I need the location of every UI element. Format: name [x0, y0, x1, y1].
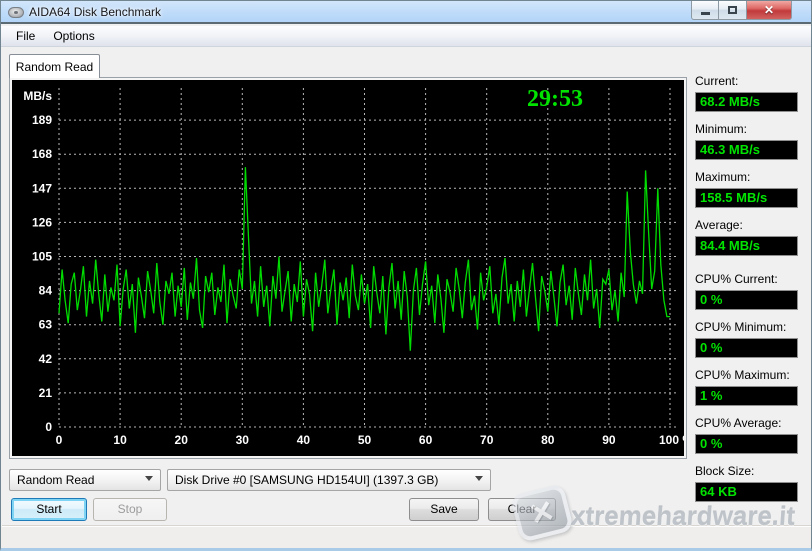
- disk-drive-icon: [8, 7, 24, 18]
- stat-value: 46.3 MB/s: [695, 140, 798, 160]
- disk-drive-select[interactable]: Disk Drive #0 [SAMSUNG HD154UI] (1397.3 …: [167, 469, 491, 491]
- svg-text:21: 21: [39, 386, 53, 400]
- stat-value: 1 %: [695, 386, 798, 406]
- svg-text:80: 80: [541, 433, 555, 447]
- svg-text:60: 60: [419, 433, 433, 447]
- svg-text:63: 63: [39, 318, 53, 332]
- stat-block-size: Block Size: 64 KB: [695, 464, 798, 502]
- start-button[interactable]: Start: [11, 498, 87, 521]
- svg-text:40: 40: [297, 433, 311, 447]
- benchmark-type-value: Random Read: [17, 473, 94, 487]
- stat-value: 0 %: [695, 434, 798, 454]
- svg-text:10: 10: [113, 433, 127, 447]
- svg-text:168: 168: [32, 147, 52, 161]
- maximize-icon: [728, 6, 737, 14]
- status-strip: [1, 527, 812, 549]
- svg-text:30: 30: [236, 433, 250, 447]
- stat-label: Average:: [695, 218, 798, 234]
- close-button[interactable]: ✕: [747, 1, 792, 20]
- stat-label: CPU% Current:: [695, 272, 798, 288]
- stat-label: Current:: [695, 74, 798, 90]
- svg-text:84: 84: [39, 284, 53, 298]
- stop-button[interactable]: Stop: [93, 498, 167, 521]
- stat-value: 84.4 MB/s: [695, 236, 798, 256]
- stat-label: Block Size:: [695, 464, 798, 480]
- stat-minimum: Minimum: 46.3 MB/s: [695, 122, 798, 160]
- svg-text:105: 105: [32, 250, 52, 264]
- window-title: AIDA64 Disk Benchmark: [29, 5, 161, 19]
- benchmark-type-select[interactable]: Random Read: [9, 469, 161, 491]
- svg-text:70: 70: [480, 433, 494, 447]
- svg-text:0: 0: [56, 433, 63, 447]
- benchmark-chart: 189 168 147 126 105 84 63 42 21 0 MB/s 0 10 20 30 40 50 6…: [12, 80, 684, 456]
- clear-button[interactable]: Clear: [488, 498, 556, 521]
- stat-cpu-average: CPU% Average: 0 %: [695, 416, 798, 454]
- stat-value: 158.5 MB/s: [695, 188, 798, 208]
- tab-random-read[interactable]: Random Read: [9, 54, 100, 78]
- stat-value: 0 %: [695, 290, 798, 310]
- svg-text:147: 147: [32, 181, 52, 195]
- svg-text:126: 126: [32, 215, 52, 229]
- elapsed-time: 29:53: [500, 86, 610, 113]
- svg-text:0: 0: [45, 420, 52, 434]
- window-controls: ✕: [691, 1, 792, 20]
- stat-maximum: Maximum: 158.5 MB/s: [695, 170, 798, 208]
- stat-value: 64 KB: [695, 482, 798, 502]
- stat-value: 68.2 MB/s: [695, 92, 798, 112]
- stat-cpu-current: CPU% Current: 0 %: [695, 272, 798, 310]
- svg-text:20: 20: [175, 433, 189, 447]
- minimize-button[interactable]: [691, 1, 719, 20]
- svg-text:50: 50: [358, 433, 372, 447]
- stat-cpu-maximum: CPU% Maximum: 1 %: [695, 368, 798, 406]
- save-button[interactable]: Save: [409, 498, 479, 521]
- disk-drive-value: Disk Drive #0 [SAMSUNG HD154UI] (1397.3 …: [175, 473, 438, 487]
- svg-text:90: 90: [602, 433, 616, 447]
- minimize-icon: [701, 12, 710, 15]
- svg-text:189: 189: [32, 113, 52, 127]
- app-window: AIDA64 Disk Benchmark ✕ File Options Ran…: [0, 0, 812, 551]
- stat-current: Current: 68.2 MB/s: [695, 74, 798, 112]
- tab-page: 189 168 147 126 105 84 63 42 21 0 MB/s 0 10 20 30 40 50 6…: [9, 77, 687, 459]
- stat-value: 0 %: [695, 338, 798, 358]
- menu-bar: File Options: [1, 26, 811, 47]
- chevron-down-icon: [145, 476, 153, 481]
- stat-label: CPU% Maximum:: [695, 368, 798, 384]
- svg-text:100 %: 100 %: [659, 433, 684, 447]
- menu-item-file[interactable]: File: [7, 27, 44, 45]
- chart-canvas: 189 168 147 126 105 84 63 42 21 0 MB/s 0 10 20 30 40 50 6…: [12, 80, 684, 456]
- title-bar: AIDA64 Disk Benchmark ✕: [1, 1, 811, 24]
- svg-text:MB/s: MB/s: [23, 89, 52, 103]
- stat-label: CPU% Minimum:: [695, 320, 798, 336]
- svg-text:42: 42: [39, 352, 53, 366]
- maximize-button[interactable]: [719, 1, 747, 20]
- stat-average: Average: 84.4 MB/s: [695, 218, 798, 256]
- stat-label: CPU% Average:: [695, 416, 798, 432]
- stat-label: Maximum:: [695, 170, 798, 186]
- chevron-down-icon: [475, 476, 483, 481]
- stat-label: Minimum:: [695, 122, 798, 138]
- menu-item-options[interactable]: Options: [44, 27, 103, 45]
- close-icon: ✕: [764, 3, 774, 17]
- stat-cpu-minimum: CPU% Minimum: 0 %: [695, 320, 798, 358]
